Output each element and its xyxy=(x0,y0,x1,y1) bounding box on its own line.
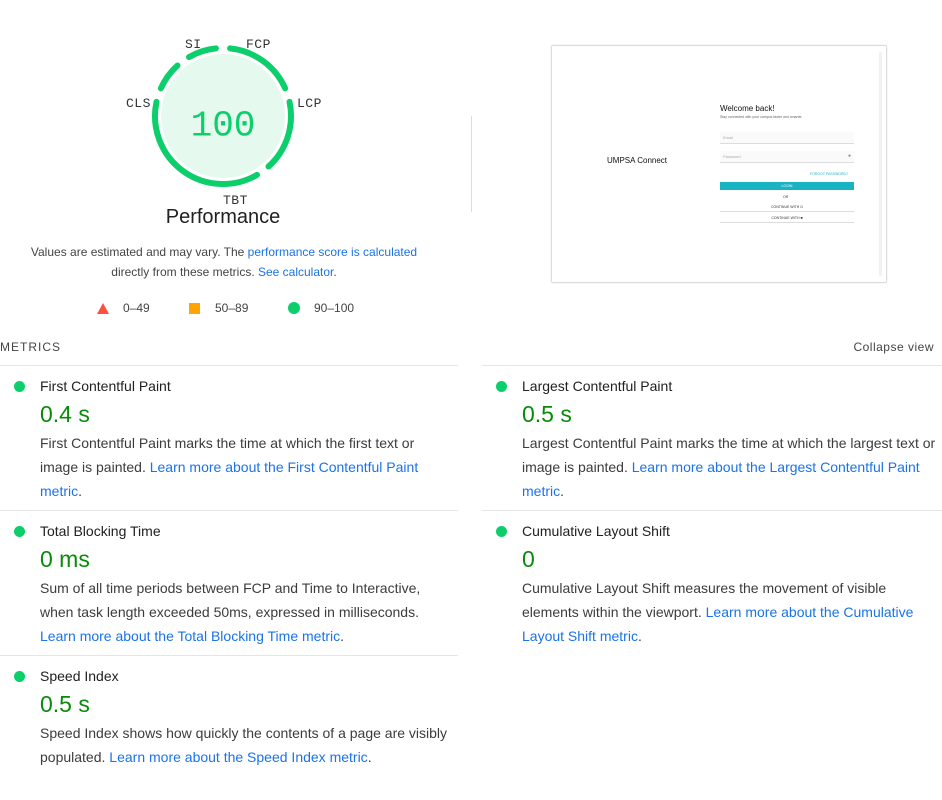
gauge-label-fcp: FCP xyxy=(246,37,271,52)
metric-title: First Contentful Paint xyxy=(40,378,171,394)
pass-icon xyxy=(496,381,507,392)
score-note: Values are estimated and may vary. The p… xyxy=(18,242,430,282)
metric-desc-end: . xyxy=(340,628,345,644)
metric-description: Speed Index shows how quickly the conten… xyxy=(40,721,454,769)
collapse-view-button[interactable]: Collapse view xyxy=(853,340,934,354)
continue-google-label: CONTINUE WITH xyxy=(771,205,800,209)
metric-description: First Contentful Paint marks the time at… xyxy=(40,431,454,503)
metric-title: Cumulative Layout Shift xyxy=(522,523,670,539)
metric-title: Speed Index xyxy=(40,668,119,684)
metrics-header: METRICS xyxy=(0,340,61,354)
legend-item-average: 50–89 xyxy=(189,301,248,315)
metric-value: 0.4 s xyxy=(40,401,90,427)
google-icon: G xyxy=(800,205,803,209)
screenshot-password-field: Password ● xyxy=(720,151,854,163)
legend-range: 50–89 xyxy=(215,301,249,315)
gauge-title: Performance xyxy=(165,206,281,228)
metric-desc-text: Sum of all time periods between FCP and … xyxy=(40,580,421,620)
metric-description: Cumulative Layout Shift measures the mov… xyxy=(522,576,936,648)
performance-gauge: 100 SI FCP LCP CLS TBT xyxy=(118,30,328,230)
section-divider xyxy=(471,116,472,212)
screenshot-forgot: FORGOT PASSWORD? xyxy=(810,172,848,176)
screenshot-continue-google: CONTINUE WITH G xyxy=(720,203,854,212)
performance-score: 100 xyxy=(190,105,256,147)
square-icon xyxy=(189,302,200,314)
legend-range: 90–100 xyxy=(314,301,355,315)
note-text-1: Values are estimated and may vary. The xyxy=(30,245,248,259)
gauge-label-cls: CLS xyxy=(126,96,151,111)
metric-desc-end: . xyxy=(637,628,642,644)
pass-icon xyxy=(14,381,25,392)
score-calculation-link[interactable]: performance score is calculated xyxy=(248,245,417,259)
continue-microsoft-label: CONTINUE WITH xyxy=(771,216,800,220)
pass-icon xyxy=(14,671,25,682)
metric-description: Sum of all time periods between FCP and … xyxy=(40,576,454,648)
microsoft-icon: ■ xyxy=(800,216,803,220)
metric-tbt: Total Blocking Time 0 ms Sum of all time… xyxy=(0,510,458,655)
note-text-2: directly from these metrics. xyxy=(111,265,258,279)
metric-title: Total Blocking Time xyxy=(40,523,161,539)
screenshot-email-placeholder: Email xyxy=(723,135,734,140)
legend-item-fail: 0–49 xyxy=(97,301,150,315)
learn-more-tbt-link[interactable]: Learn more about the Total Blocking Time… xyxy=(40,628,340,644)
metric-si: Speed Index 0.5 s Speed Index shows how … xyxy=(0,655,458,785)
metric-lcp: Largest Contentful Paint 0.5 s Largest C… xyxy=(482,365,942,510)
metric-description: Largest Contentful Paint marks the time … xyxy=(522,431,936,503)
metric-value: 0.5 s xyxy=(522,401,572,427)
screenshot-subtitle: Stay connected with your campus faster a… xyxy=(720,115,803,119)
legend-item-pass: 90–100 xyxy=(288,301,354,315)
eye-icon: ● xyxy=(847,153,851,159)
screenshot-scrollbar xyxy=(879,52,882,276)
gauge-label-lcp: LCP xyxy=(297,96,322,111)
screenshot-email-field: Email xyxy=(720,132,854,144)
metric-value: 0.5 s xyxy=(40,691,90,717)
screenshot-login: LOGIN xyxy=(720,182,854,190)
metric-value: 0 ms xyxy=(40,546,90,572)
metric-desc-end: . xyxy=(560,483,565,499)
metric-desc-end: . xyxy=(78,483,83,499)
pass-icon xyxy=(496,526,507,537)
screenshot-continue-microsoft: CONTINUE WITH ■ xyxy=(720,214,854,223)
note-text-3: . xyxy=(333,265,337,279)
screenshot-password-placeholder: Password xyxy=(723,154,741,159)
see-calculator-link[interactable]: See calculator xyxy=(258,265,333,279)
screenshot-welcome: Welcome back! xyxy=(720,104,775,113)
screenshot-brand: UMPSA Connect xyxy=(607,156,668,165)
screenshot-or: OR xyxy=(783,195,789,199)
metric-value: 0 xyxy=(522,546,535,572)
metric-cls: Cumulative Layout Shift 0 Cumulative Lay… xyxy=(482,510,942,655)
metric-title: Largest Contentful Paint xyxy=(522,378,673,394)
metric-desc-end: . xyxy=(367,749,372,765)
pass-icon xyxy=(14,526,25,537)
learn-more-si-link[interactable]: Learn more about the Speed Index metric xyxy=(109,749,367,765)
circle-icon xyxy=(288,302,300,314)
triangle-icon xyxy=(97,302,109,314)
gauge-label-si: SI xyxy=(185,37,202,52)
final-screenshot[interactable]: UMPSA Connect Welcome back! Stay connect… xyxy=(551,45,887,283)
legend-range: 0–49 xyxy=(123,301,150,315)
metric-fcp: First Contentful Paint 0.4 s First Conte… xyxy=(0,365,458,510)
